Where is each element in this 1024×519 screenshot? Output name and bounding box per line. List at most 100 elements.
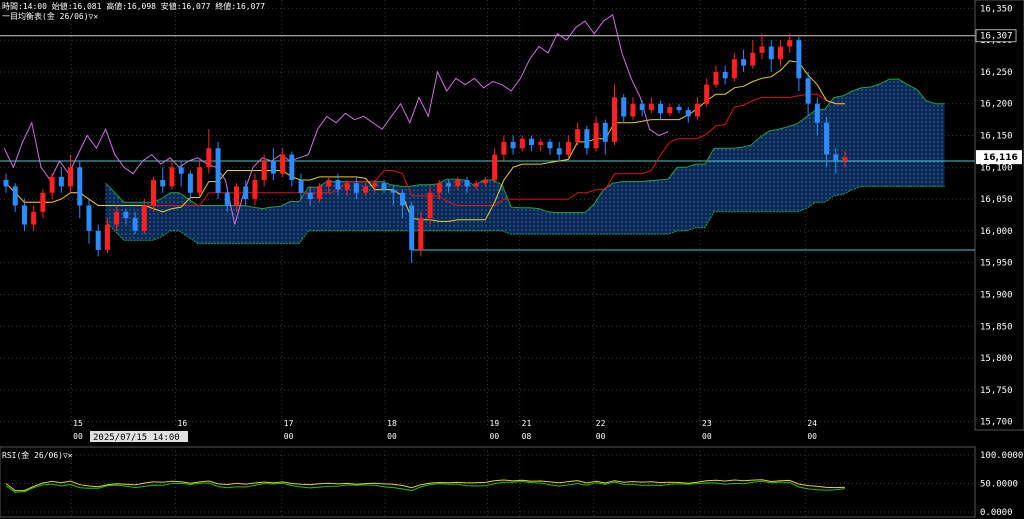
candle-body [390, 189, 396, 193]
candle-body [759, 46, 765, 53]
rsi-tick-label: 50.0000 [980, 480, 1018, 490]
candle-body [344, 183, 350, 190]
x-time-label: 00 [387, 432, 397, 441]
x-day-label: 18 [387, 419, 397, 428]
candle-body [547, 141, 553, 149]
candle-body [639, 103, 645, 111]
candle-body [141, 205, 147, 231]
candle-body [814, 103, 820, 123]
y-tick-label: 15,750 [980, 386, 1013, 396]
candle-body [510, 141, 516, 149]
candle-body [593, 122, 599, 149]
candle-body [722, 71, 728, 79]
candle-body [289, 154, 295, 181]
cursor-date-label: 2025/07/15 14:00 [93, 433, 180, 443]
candle-body [824, 122, 830, 155]
chart-canvas[interactable]: 16,35016,30016,25016,20016,15016,10016,0… [0, 0, 1024, 519]
x-day-label: 23 [702, 419, 712, 428]
candle-body [796, 40, 802, 79]
y-tick-label: 15,700 [980, 418, 1013, 428]
candle-body [169, 167, 175, 187]
candle-body [261, 160, 267, 181]
x-time-label: 00 [284, 432, 294, 441]
candle-body [49, 176, 55, 193]
candle-body [427, 192, 433, 219]
x-time-label: 08 [522, 432, 532, 441]
candle-body [418, 218, 424, 250]
x-day-label: 24 [807, 419, 817, 428]
current-price-label: 16,116 [983, 153, 1018, 163]
candle-body [694, 103, 700, 117]
x-time-label: 00 [702, 432, 712, 441]
candle-body [353, 183, 359, 193]
candle-body [713, 71, 719, 85]
candle-body [206, 148, 212, 168]
candle-body [381, 183, 387, 190]
y-tick-label: 16,250 [980, 68, 1013, 78]
candle-body [492, 154, 498, 181]
candle-body [399, 192, 405, 206]
candle-body [68, 167, 74, 187]
y-tick-label: 16,000 [980, 227, 1013, 237]
candle-body [316, 186, 322, 200]
candle-body [252, 180, 258, 200]
candle-body [243, 186, 249, 200]
rsi-indicator-label[interactable]: RSI(金 26/06)▽✕ [2, 450, 73, 461]
candle-body [529, 138, 535, 146]
rsi-tick-label: 0.0000 [980, 508, 1013, 518]
candle-body [21, 205, 27, 225]
candle-body [409, 205, 415, 250]
candle-body [326, 180, 332, 187]
candle-body [104, 224, 110, 250]
candle-body [704, 84, 710, 104]
price-marker-label: 16,307 [980, 32, 1013, 42]
candle-body [335, 180, 341, 190]
candle-body [584, 129, 590, 149]
candle-body [519, 138, 525, 149]
candle-body [270, 160, 276, 174]
candle-body [538, 141, 544, 146]
candle-body [436, 183, 442, 193]
candle-body [741, 59, 747, 66]
y-tick-label: 16,200 [980, 100, 1013, 110]
candle-body [114, 211, 120, 225]
x-day-label: 19 [490, 419, 500, 428]
candle-body [363, 186, 369, 193]
candle-body [833, 154, 839, 161]
candle-body [40, 192, 46, 212]
candle-body [602, 122, 608, 142]
x-day-label: 15 [73, 419, 83, 428]
y-tick-label: 15,850 [980, 322, 1013, 332]
candle-body [473, 183, 479, 187]
candle-body [482, 180, 488, 184]
candle-body [685, 110, 691, 117]
y-tick-label: 15,800 [980, 354, 1013, 364]
indicator-label[interactable]: 一目均衡表(金 26/06)▽✕ [2, 11, 99, 22]
candle-body [565, 141, 571, 155]
candle-body [12, 186, 18, 206]
candle-body [233, 186, 239, 206]
candle-body [224, 192, 230, 206]
y-tick-label: 15,900 [980, 290, 1013, 300]
candle-body [750, 52, 756, 66]
candle-body [86, 205, 92, 231]
y-tick-label: 16,150 [980, 132, 1013, 142]
candle-body [612, 97, 618, 142]
y-tick-label: 16,350 [980, 4, 1013, 14]
candle-body [787, 40, 793, 47]
candle-body [123, 211, 129, 219]
candle-body [372, 183, 378, 187]
x-time-label: 00 [490, 432, 500, 441]
candle-body [3, 180, 9, 187]
candle-body [77, 167, 83, 206]
rsi-axis-ticks: 100.0000 50.0000 0.0000 [980, 451, 1023, 518]
cursor-date: 2025/07/15 14:00 [90, 431, 188, 443]
candle-body [95, 230, 101, 250]
candle-body [842, 157, 848, 161]
candle-body [307, 192, 313, 200]
candle-body [160, 180, 166, 187]
candle-body [58, 176, 64, 187]
candle-body [197, 167, 203, 193]
y-tick-label: 16,050 [980, 195, 1013, 205]
candle-body [464, 180, 470, 187]
